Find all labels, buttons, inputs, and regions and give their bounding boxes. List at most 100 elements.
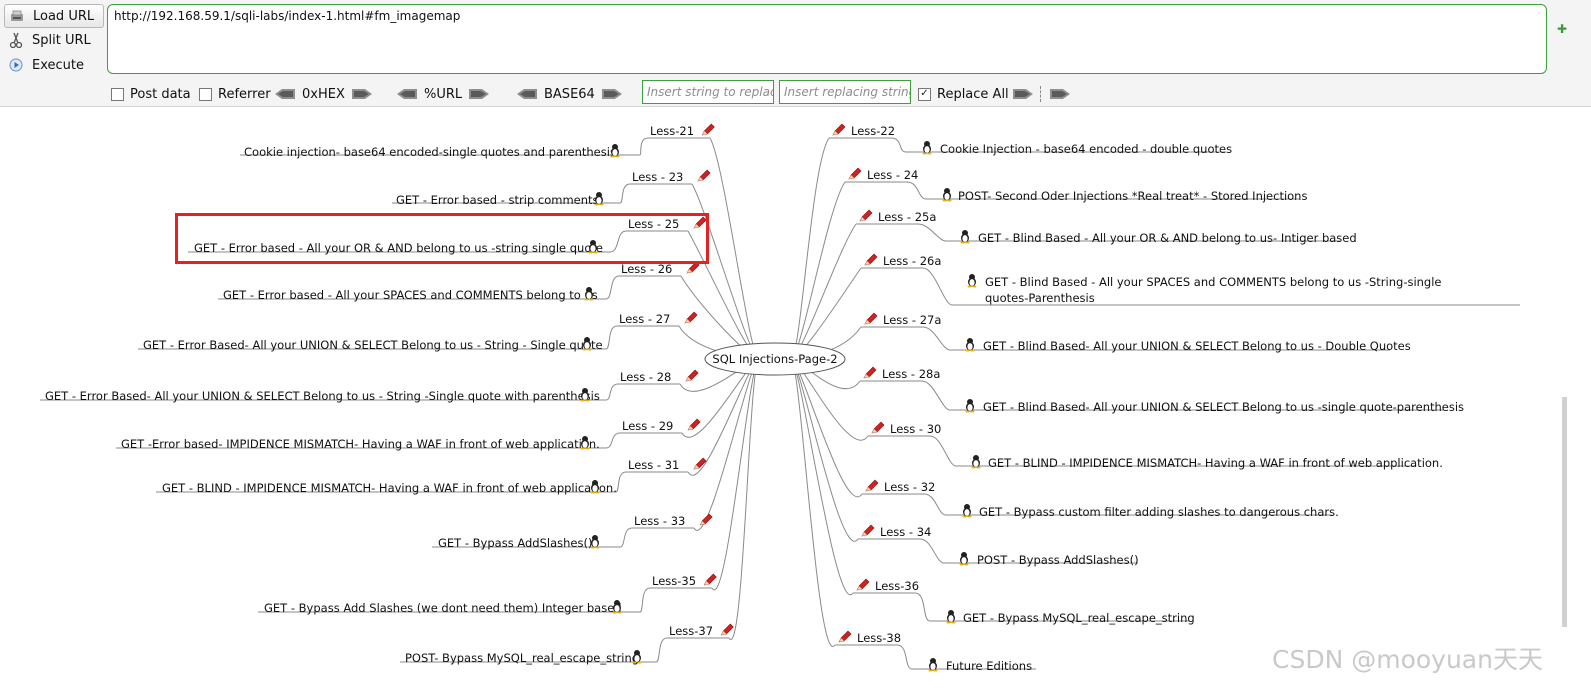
highlight-box xyxy=(175,213,709,264)
less-label[interactable]: Less - 26a xyxy=(883,254,941,268)
lesson-description[interactable]: POST- Second Oder Injections *Real treat… xyxy=(958,189,1307,203)
less-label[interactable]: Less-21 xyxy=(650,124,694,138)
lesson-description[interactable]: GET - BLIND - IMPIDENCE MISMATCH- Having… xyxy=(162,481,617,495)
mind-map-node-left[interactable]: Less - 28 GET - Error Based- All your UNI… xyxy=(45,369,699,403)
lesson-description[interactable]: GET - Error Based- All your UNION & SELE… xyxy=(45,389,600,403)
mind-map-node-right[interactable]: Less - 28a GET - Blind Based- All your UN… xyxy=(863,366,1464,414)
lesson-description[interactable]: GET - Bypass custom filter adding slashe… xyxy=(979,505,1339,519)
less-label[interactable]: Less - 34 xyxy=(880,525,931,539)
less-label[interactable]: Less - 28 xyxy=(620,370,671,384)
base64-label: BASE64 xyxy=(544,86,595,102)
replacing-string-input[interactable]: Insert replacing string xyxy=(779,80,911,104)
lesson-description[interactable]: GET - Blind Based- All your UNION & SELE… xyxy=(983,339,1411,353)
mind-map-node-right[interactable]: Less - 25a GET - Blind Based - All your O… xyxy=(859,209,1357,245)
less-label[interactable]: Less-37 xyxy=(669,624,713,638)
url-textarea[interactable]: http://192.168.59.1/sqli-labs/index-1.ht… xyxy=(107,4,1547,74)
mind-map-node-right[interactable]: Less-22 Cookie Injection - base64 encoded… xyxy=(832,123,1232,156)
insert-string-input[interactable]: Insert string to replace xyxy=(642,80,774,104)
lesson-description[interactable]: GET - Error Based- All your UNION & SELE… xyxy=(143,338,603,352)
post-data-label: Post data xyxy=(130,86,191,102)
scrollbar[interactable] xyxy=(1562,397,1567,627)
mind-map-node-right[interactable]: Less - 32 GET - Bypass custom filter addi… xyxy=(865,479,1339,519)
lesson-description[interactable]: POST - Bypass AddSlashes() xyxy=(977,553,1139,567)
mind-map-node-left[interactable]: Less - 26 GET - Error based - All your SP… xyxy=(223,261,700,302)
lesson-description[interactable]: GET - Blind Based- All your UNION & SELE… xyxy=(983,400,1464,414)
referrer-label: Referrer xyxy=(218,86,271,102)
less-label[interactable]: Less - 32 xyxy=(884,480,935,494)
less-label[interactable]: Less - 29 xyxy=(622,419,673,433)
url-enc-label: %URL xyxy=(424,86,463,102)
mind-map-node-left[interactable]: Less-35 GET - Bypass Add Slashes (we dont… xyxy=(264,573,717,615)
less-label[interactable]: Less-22 xyxy=(851,124,895,138)
mind-map-node-right[interactable]: Less - 26a GET - Blind Based - All your S… xyxy=(864,253,1442,305)
replace-next-arrow-icon[interactable] xyxy=(1049,88,1071,100)
mind-map-node-left[interactable]: Less - 23 GET - Error based - strip comme… xyxy=(396,169,711,207)
mind-map-node-right[interactable]: Less-36 GET - Bypass MySQL_real_escape_st… xyxy=(856,578,1195,625)
post-data-option[interactable]: Post data xyxy=(111,85,191,103)
lesson-description[interactable]: POST- Bypass MySQL_real_escape_string xyxy=(405,651,639,665)
less-label[interactable]: Less - 33 xyxy=(634,514,685,528)
less-label[interactable]: Less - 27a xyxy=(883,313,941,327)
lesson-description[interactable]: GET -Error based- IMPIDENCE MISMATCH- Ha… xyxy=(121,437,600,451)
play-icon xyxy=(8,57,24,73)
lesson-description[interactable]: GET - Blind Based - All your OR & AND be… xyxy=(978,231,1357,245)
mind-map: SQL Injections-Page-2 Less-21 Cookie inje… xyxy=(0,107,1591,695)
replace-all-label: Replace All xyxy=(937,86,1009,102)
mind-map-node-left[interactable]: Less - 31 GET - BLIND - IMPIDENCE MISMATC… xyxy=(162,457,707,495)
load-url-button[interactable]: Load URL xyxy=(4,4,104,28)
less-label[interactable]: Less - 30 xyxy=(890,422,941,436)
mind-map-node-left[interactable]: Less-21 Cookie injection- base64 encoded-… xyxy=(244,123,715,159)
less-label[interactable]: Less - 31 xyxy=(628,458,679,472)
base64-encode-arrow-icon[interactable] xyxy=(601,88,623,100)
mind-map-node-right[interactable]: Less - 24 POST- Second Oder Injections *R… xyxy=(848,167,1307,203)
edit-pencil-icon xyxy=(863,366,877,379)
mind-map-node-right[interactable]: Less - 27a GET - Blind Based- All your UN… xyxy=(864,312,1411,353)
less-label[interactable]: Less - 28a xyxy=(882,367,940,381)
less-label[interactable]: Less - 23 xyxy=(632,170,683,184)
mind-map-node-right[interactable]: Less-38 Future Editions xyxy=(838,630,1032,673)
lesson-description[interactable]: Future Editions xyxy=(946,659,1032,673)
lesson-description[interactable]: GET - Blind Based - All your SPACES and … xyxy=(985,275,1442,289)
less-label[interactable]: Less-35 xyxy=(652,574,696,588)
referrer-option[interactable]: Referrer xyxy=(199,85,271,103)
mind-map-node-left[interactable]: Less - 27 GET - Error Based- All your UNI… xyxy=(143,311,698,352)
split-url-button[interactable]: Split URL xyxy=(4,29,102,51)
expand-icon[interactable]: ✚ xyxy=(1557,23,1567,35)
mind-map-node-left[interactable]: Less-37 POST- Bypass MySQL_real_escape_st… xyxy=(405,623,734,665)
base64-decode-arrow-icon[interactable] xyxy=(516,88,538,100)
mind-map-node-right[interactable]: Less - 34 POST - Bypass AddSlashes() xyxy=(861,524,1139,567)
less-label[interactable]: Less-36 xyxy=(875,579,919,593)
lesson-description[interactable]: Cookie injection- base64 encoded-single … xyxy=(244,145,616,159)
mind-map-node-right[interactable]: Less - 30 GET - BLIND - IMPIDENCE MISMATC… xyxy=(871,421,1443,470)
url-encode-arrow-icon[interactable] xyxy=(468,88,490,100)
lesson-description[interactable]: GET - Bypass Add Slashes (we dont need t… xyxy=(264,601,622,615)
edit-pencil-icon xyxy=(856,578,870,591)
lesson-description[interactable]: GET - Bypass AddSlashes() xyxy=(438,536,592,550)
mind-map-node-left[interactable]: Less - 29 GET -Error based- IMPIDENCE MIS… xyxy=(121,418,701,451)
less-label[interactable]: Less - 26 xyxy=(621,262,672,276)
lesson-description[interactable]: Cookie Injection - base64 encoded - doub… xyxy=(940,142,1232,156)
edit-pencil-icon xyxy=(859,209,873,222)
lesson-description[interactable]: GET - Error based - All your SPACES and … xyxy=(223,288,598,302)
less-label[interactable]: Less - 25a xyxy=(878,210,936,224)
hex-decode-arrow-icon[interactable] xyxy=(274,88,296,100)
less-label[interactable]: Less - 27 xyxy=(619,312,670,326)
lesson-description[interactable]: GET - BLIND - IMPIDENCE MISMATCH- Having… xyxy=(988,456,1443,470)
post-data-checkbox[interactable] xyxy=(111,87,124,101)
mind-map-node-left[interactable]: Less - 33 GET - Bypass AddSlashes() xyxy=(438,513,713,550)
hex-encoder: 0xHEX xyxy=(274,85,373,103)
replace-all-checkbox[interactable]: ✓ xyxy=(918,87,931,101)
lesson-description[interactable]: GET - Bypass MySQL_real_escape_string xyxy=(963,611,1195,625)
center-node-label[interactable]: SQL Injections-Page-2 xyxy=(712,352,837,366)
execute-button[interactable]: Execute xyxy=(4,54,102,76)
referrer-checkbox[interactable] xyxy=(199,87,212,101)
less-label[interactable]: Less-38 xyxy=(857,631,901,645)
replace-arrow-icon[interactable] xyxy=(1012,88,1034,100)
lesson-description[interactable]: GET - Error based - strip comments xyxy=(396,193,599,207)
lesson-description-line2[interactable]: quotes-Parenthesis xyxy=(985,291,1095,305)
url-decode-arrow-icon[interactable] xyxy=(396,88,418,100)
less-label[interactable]: Less - 24 xyxy=(867,168,918,182)
edit-pencil-icon xyxy=(864,312,878,325)
hex-encode-arrow-icon[interactable] xyxy=(351,88,373,100)
replace-all-option[interactable]: ✓ Replace All xyxy=(918,85,1009,103)
